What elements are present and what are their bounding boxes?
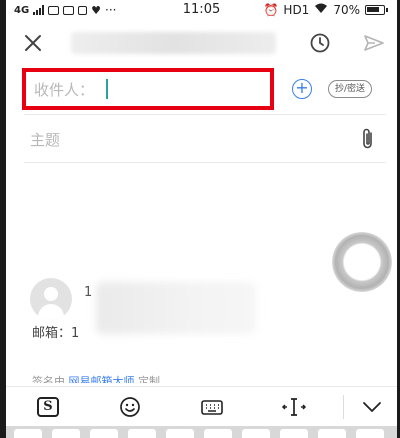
toolbar-divider — [343, 395, 344, 419]
send-icon[interactable] — [362, 31, 386, 55]
alarm-icon: ⏰ — [263, 3, 279, 17]
subject-input[interactable]: 主题 — [30, 129, 60, 150]
key[interactable] — [52, 429, 80, 438]
key[interactable] — [242, 429, 270, 438]
status-bar: 4G ♥ ··· 11:05 ⏰ HD1 70% — [6, 0, 397, 22]
emoji-icon[interactable] — [116, 393, 144, 421]
key[interactable] — [280, 429, 308, 438]
footer-link[interactable]: 网易邮箱大师 — [69, 375, 135, 383]
signature-mailbox: 邮箱：1 — [32, 326, 80, 341]
signature-footer: 签名由 网易邮箱大师 定制 — [32, 373, 160, 383]
battery-percent: 70% — [333, 3, 360, 17]
plus-circle-icon[interactable]: + — [292, 79, 312, 99]
sogou-icon[interactable]: S — [34, 393, 62, 421]
hd-indicator: HD1 — [283, 3, 310, 17]
footer-suffix: 定制 — [138, 375, 160, 383]
clock-icon[interactable] — [308, 31, 332, 55]
key[interactable] — [90, 429, 118, 438]
status-right: ⏰ HD1 70% — [263, 3, 388, 17]
compose-topbar — [6, 22, 397, 64]
recipient-label: 收件人： — [34, 80, 95, 99]
key[interactable] — [356, 429, 384, 438]
key[interactable] — [318, 429, 346, 438]
keyboard-toolbar: S — [6, 386, 397, 426]
text-caret — [106, 79, 109, 99]
key[interactable] — [14, 429, 42, 438]
compose-screen: 4G ♥ ··· 11:05 ⏰ HD1 70% 收件人： + 抄/密送 主题 … — [6, 0, 397, 438]
avatar-head — [44, 287, 58, 301]
avatar — [30, 278, 72, 320]
key[interactable] — [166, 429, 194, 438]
divider — [24, 162, 386, 163]
avatar-body — [38, 304, 64, 320]
wifi-icon — [314, 3, 328, 17]
recipient-row: 收件人： + 抄/密送 — [6, 64, 397, 114]
text-cursor-icon[interactable] — [280, 393, 308, 421]
loading-indicator — [332, 232, 392, 292]
subject-row: 主题 — [6, 116, 397, 162]
keyboard-keys — [6, 426, 397, 438]
key[interactable] — [204, 429, 232, 438]
recipient-input[interactable]: 收件人： — [22, 68, 274, 110]
footer-prefix: 签名由 — [32, 375, 65, 383]
close-icon[interactable] — [22, 32, 44, 54]
keyboard-icon[interactable] — [198, 393, 226, 421]
paperclip-icon[interactable] — [358, 126, 378, 152]
battery-icon — [365, 5, 388, 15]
key[interactable] — [128, 429, 156, 438]
blurred-sender-account — [71, 32, 276, 54]
signature-name: 1 — [84, 285, 93, 300]
blurred-signature — [96, 282, 256, 334]
divider — [24, 114, 386, 115]
chevron-down-icon[interactable] — [358, 393, 386, 421]
cc-bcc-button[interactable]: 抄/密送 — [328, 80, 373, 98]
